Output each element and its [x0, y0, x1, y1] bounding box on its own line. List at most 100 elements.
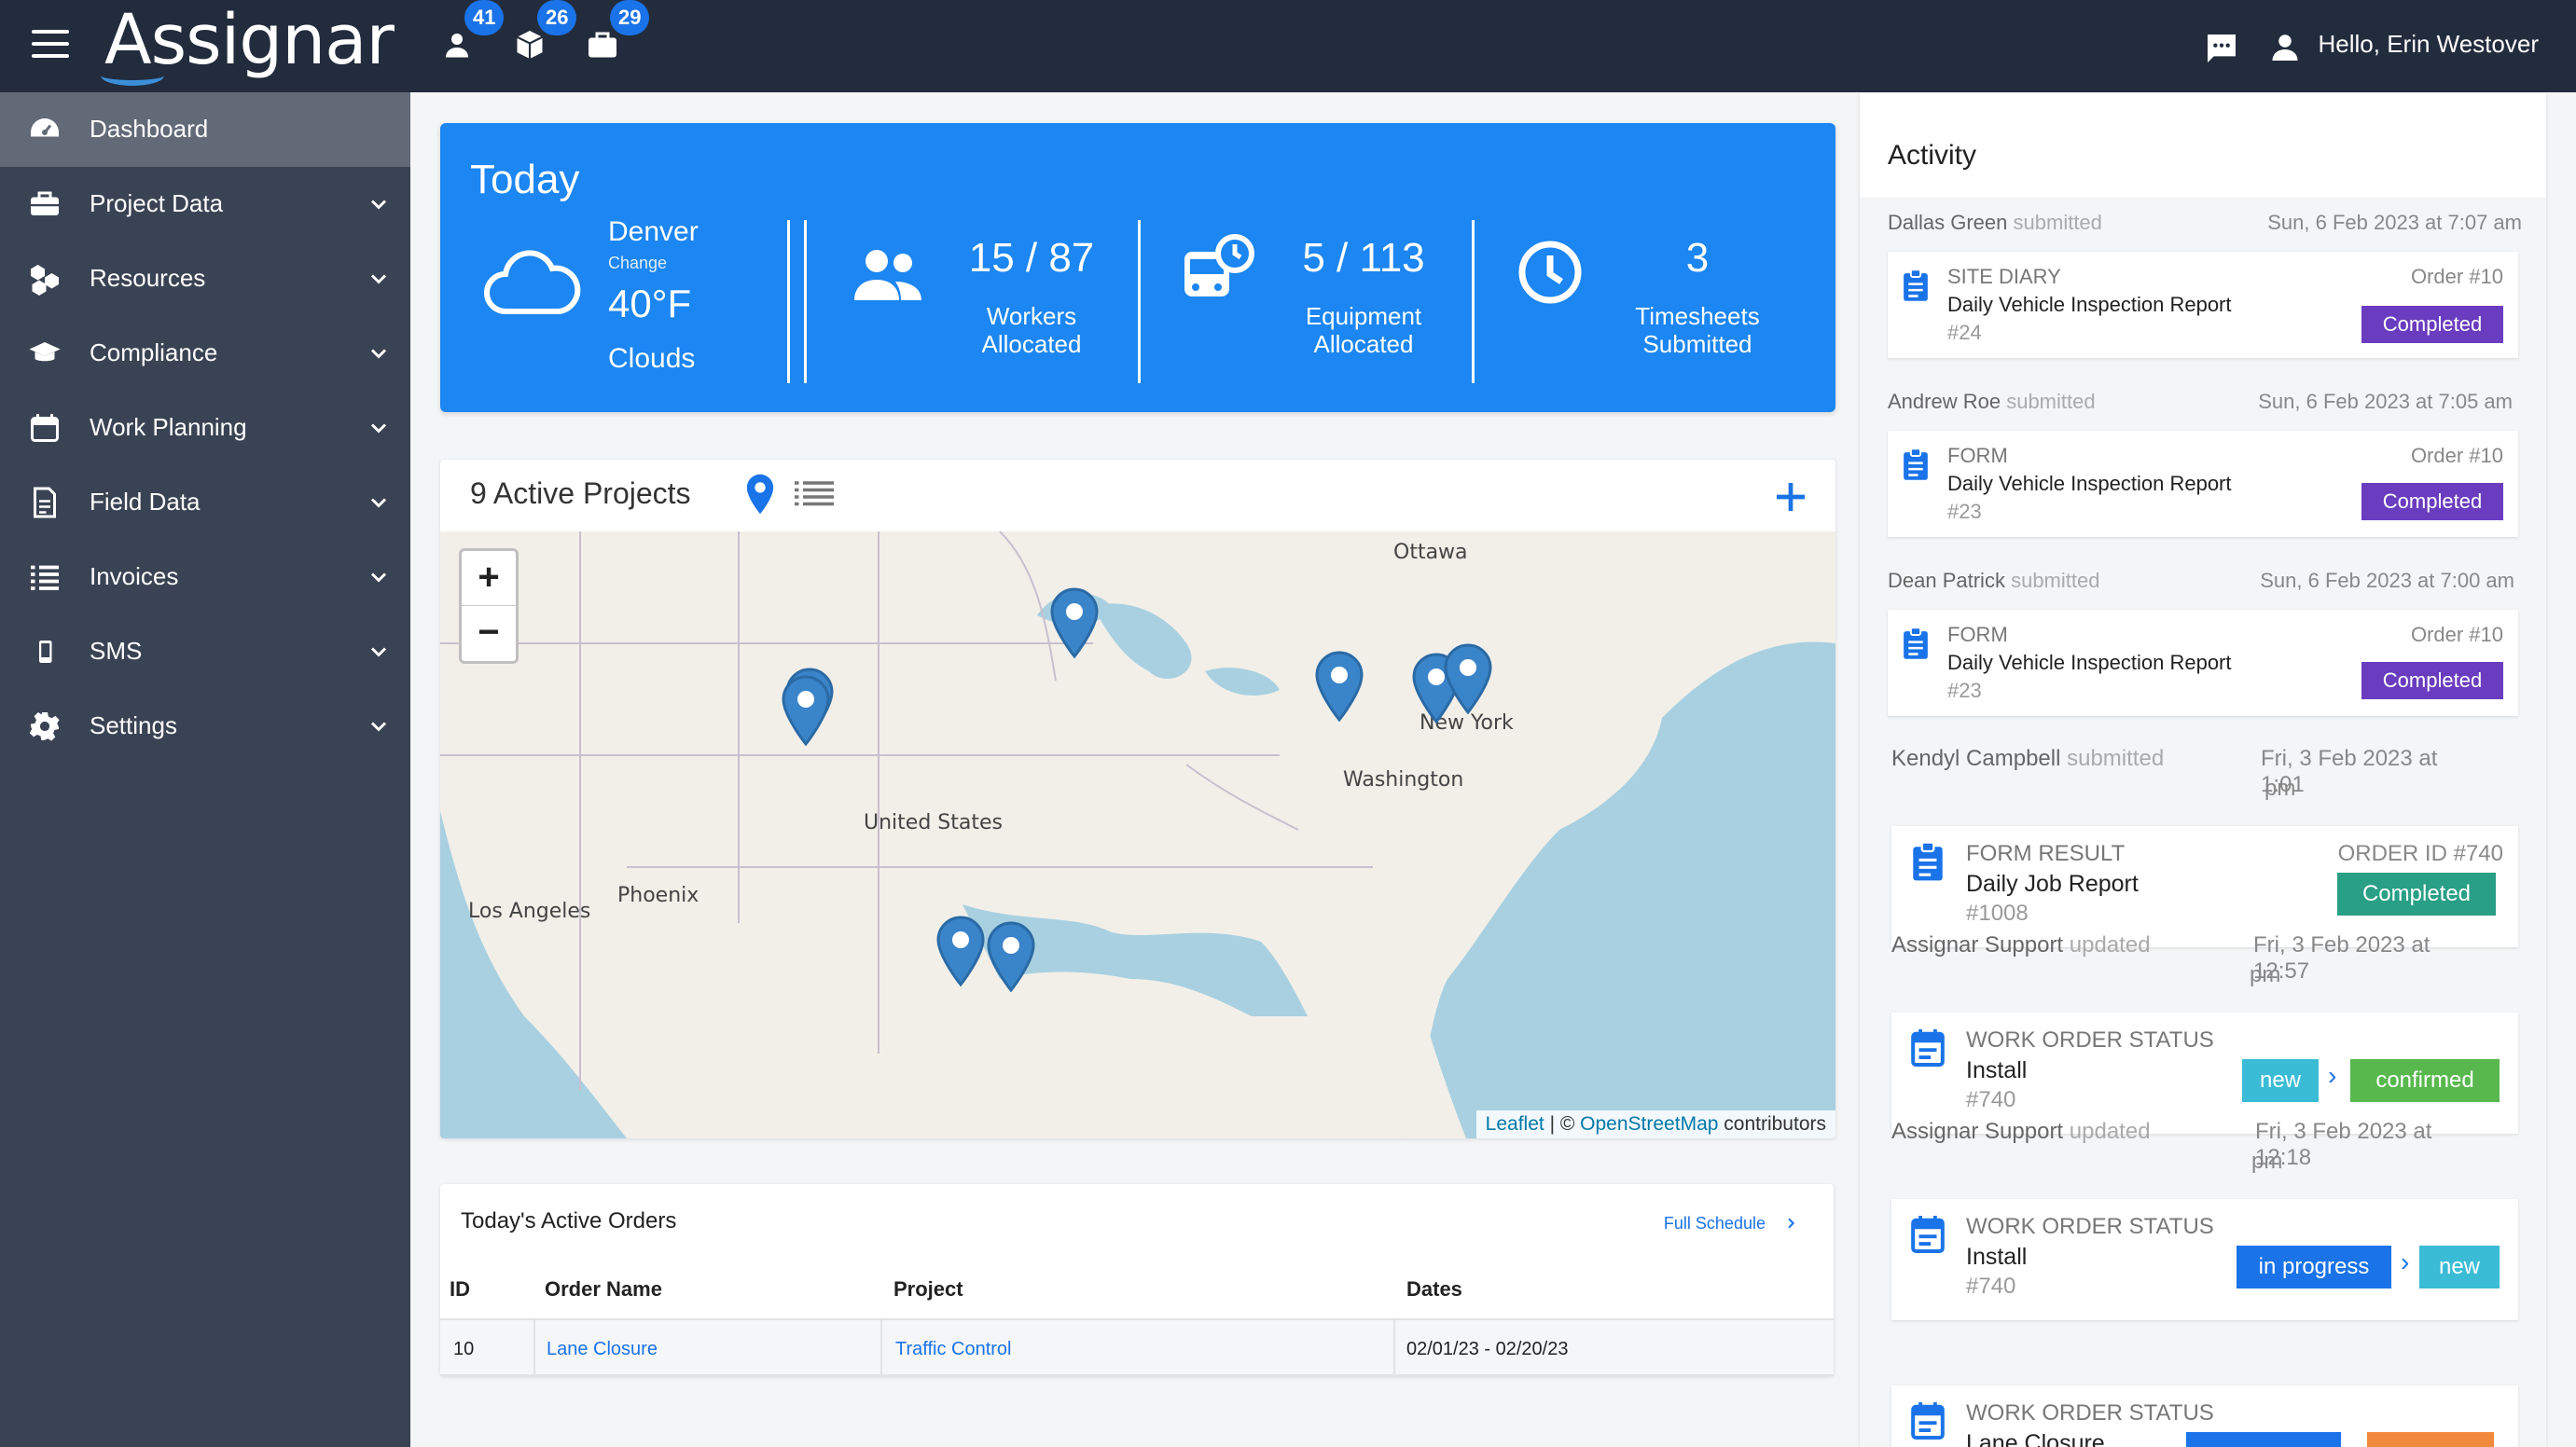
- project-pin[interactable]: [782, 675, 830, 746]
- status-badge: Completed: [2361, 662, 2503, 699]
- table-row: 10 Lane Closure Traffic Control 02/01/23…: [440, 1318, 1834, 1376]
- cell-divider: [880, 1320, 882, 1374]
- activity-action: submitted: [2013, 211, 2102, 234]
- activity-card[interactable]: FORM RESULT Daily Job Report #1008 ORDER…: [1891, 826, 2518, 947]
- equipment-label-2: Allocated: [1313, 330, 1414, 358]
- activity-card[interactable]: FORM Daily Vehicle Inspection Report #23…: [1888, 610, 2518, 716]
- sidebar-item-field-data[interactable]: Field Data: [0, 465, 410, 540]
- mobile-icon: [39, 641, 52, 663]
- activity-number: #740: [1966, 1087, 2016, 1112]
- full-schedule-link[interactable]: Full Schedule: [1664, 1214, 1798, 1233]
- activity-panel: Activity Dallas Green submitted Sun, 6 F…: [1860, 93, 2546, 1447]
- map-zoom-control: + −: [459, 548, 519, 664]
- clipboard-icon: [1904, 269, 1928, 301]
- column-header-id: ID: [450, 1277, 470, 1301]
- chevron-down-icon: [370, 274, 387, 284]
- projects-badge: 29: [610, 0, 650, 35]
- chat-icon[interactable]: [2203, 30, 2240, 67]
- osm-link[interactable]: OpenStreetMap: [1580, 1113, 1718, 1135]
- weather-condition: Clouds: [608, 343, 696, 374]
- status-from-badge: in progress: [2237, 1246, 2391, 1289]
- map-label-united-states: United States: [864, 811, 1003, 834]
- active-orders-title: Today's Active Orders: [461, 1208, 677, 1233]
- equipment-button[interactable]: 26: [513, 0, 577, 65]
- actor-name: Assignar Support: [1891, 1119, 2064, 1144]
- briefcase-icon: [31, 191, 59, 215]
- project-pin[interactable]: [987, 921, 1035, 992]
- activity-card[interactable]: SITE DIARY Daily Vehicle Inspection Repo…: [1888, 252, 2518, 358]
- activity-name: Daily Vehicle Inspection Report: [1947, 651, 2232, 674]
- actor-name: Andrew Roe: [1888, 390, 2001, 413]
- workers-button[interactable]: 41: [440, 0, 505, 65]
- sidebar-item-dashboard[interactable]: Dashboard: [0, 92, 410, 167]
- activity-card[interactable]: WORK ORDER STATUS Lane Closure: [1891, 1385, 2518, 1447]
- activity-date: Sun, 6 Feb 2023 at 7:00 am: [2260, 569, 2514, 592]
- project-pin[interactable]: [936, 916, 985, 986]
- status-from-badge: [2186, 1432, 2341, 1447]
- cell-divider: [1393, 1320, 1395, 1374]
- user-greeting[interactable]: Hello, Erin Westover: [2319, 30, 2540, 59]
- activity-action: updated: [2069, 1119, 2151, 1144]
- activity-number: #23: [1947, 500, 1982, 523]
- project-pin[interactable]: [1315, 651, 1364, 722]
- gear-icon: [29, 712, 60, 741]
- sidebar-item-invoices[interactable]: Invoices: [0, 540, 410, 614]
- calendar-icon: [1911, 1029, 1945, 1067]
- today-title: Today: [470, 157, 580, 202]
- activity-name: Daily Job Report: [1966, 871, 2139, 897]
- sidebar-item-settings[interactable]: Settings: [0, 689, 410, 764]
- zoom-out-button[interactable]: −: [462, 606, 516, 661]
- sidebar-item-label: Settings: [90, 711, 177, 739]
- workers-label-2: Allocated: [981, 330, 1082, 358]
- activity-card[interactable]: FORM Daily Vehicle Inspection Report #23…: [1888, 431, 2518, 537]
- workers-badge: 41: [464, 0, 505, 35]
- equipment-allocated-value: 5 / 113: [1302, 235, 1425, 281]
- activity-name: Daily Vehicle Inspection Report: [1947, 472, 2232, 495]
- list-view-icon[interactable]: [795, 480, 834, 508]
- workers-allocated-value: 15 / 87: [968, 235, 1095, 281]
- sidebar-item-resources[interactable]: Resources: [0, 241, 410, 316]
- divider: [787, 220, 790, 383]
- activity-action: updated: [2069, 932, 2151, 958]
- order-id: 10: [453, 1339, 475, 1359]
- chevron-right-icon: ›: [2401, 1247, 2410, 1276]
- sidebar-item-project-data[interactable]: Project Data: [0, 167, 410, 241]
- project-pin[interactable]: [1444, 643, 1492, 714]
- sidebar-item-label: Resources: [90, 264, 206, 292]
- weather-change-link[interactable]: Change: [608, 254, 667, 273]
- activity-type: FORM: [1947, 623, 2008, 646]
- sidebar-item-sms[interactable]: SMS: [0, 614, 410, 689]
- clock-icon: [1518, 241, 1582, 304]
- attribution-separator: | ©: [1544, 1113, 1581, 1135]
- clipboard-icon: [1904, 448, 1928, 480]
- user-icon[interactable]: [2268, 30, 2302, 63]
- activity-card[interactable]: WORK ORDER STATUS Install #740 new › con…: [1891, 1013, 2518, 1134]
- projects-button[interactable]: 29: [586, 0, 650, 65]
- activity-date-suffix: pm: [2251, 1149, 2283, 1174]
- logo-mark: [101, 65, 164, 86]
- chevron-down-icon: [370, 498, 387, 508]
- order-name-link[interactable]: Lane Closure: [547, 1339, 658, 1360]
- activity-order: Order #10: [2410, 623, 2503, 646]
- status-to-badge: [2367, 1432, 2494, 1447]
- sidebar-item-work-planning[interactable]: Work Planning: [0, 391, 410, 465]
- project-pin[interactable]: [1050, 587, 1099, 658]
- full-schedule-label: Full Schedule: [1663, 1214, 1766, 1233]
- activity-card[interactable]: WORK ORDER STATUS Install #740 in progre…: [1891, 1199, 2518, 1320]
- leaflet-link[interactable]: Leaflet: [1486, 1113, 1544, 1135]
- zoom-in-button[interactable]: +: [462, 551, 516, 606]
- graduation-cap-icon: [29, 342, 61, 362]
- sidebar-item-compliance[interactable]: Compliance: [0, 316, 410, 391]
- map-view-icon[interactable]: [744, 473, 776, 516]
- project-link[interactable]: Traffic Control: [895, 1339, 1011, 1360]
- calendar-icon: [1911, 1216, 1945, 1253]
- map-attribution: Leaflet | © OpenStreetMap contributors: [1475, 1110, 1835, 1138]
- add-project-icon[interactable]: [1772, 478, 1809, 516]
- menu-icon[interactable]: [32, 30, 69, 60]
- equipment-badge: 26: [537, 0, 577, 35]
- equipment-label: Equipment: [1305, 302, 1422, 330]
- divider: [1138, 220, 1141, 383]
- clipboard-icon: [1913, 841, 1943, 881]
- active-orders-card: Today's Active Orders Full Schedule ID O…: [440, 1184, 1834, 1376]
- projects-map[interactable]: + − Ottawa New York Washington United St…: [440, 531, 1835, 1138]
